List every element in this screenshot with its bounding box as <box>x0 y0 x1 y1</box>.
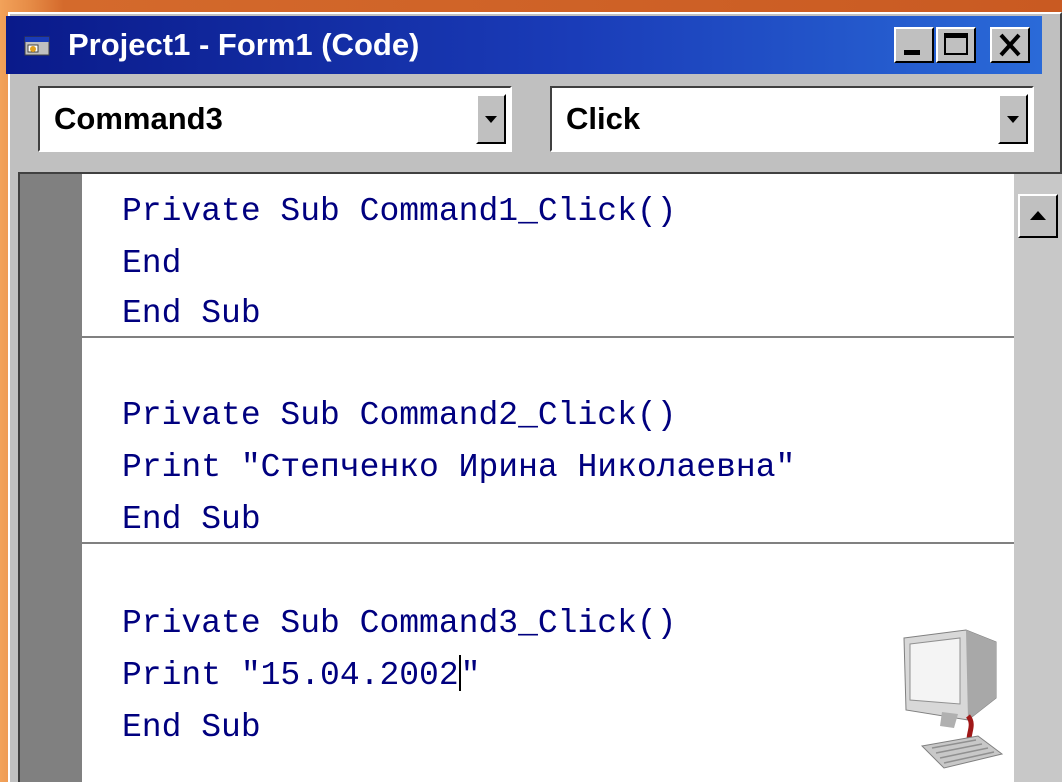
procedure-combo[interactable]: Click <box>550 86 1034 152</box>
procedure-combo-dropdown-button[interactable] <box>998 94 1028 144</box>
close-icon <box>999 33 1021 57</box>
code-line[interactable]: Private Sub Command1_Click() <box>122 190 677 234</box>
scroll-up-button[interactable] <box>1018 194 1058 238</box>
code-line-suffix: " <box>460 657 481 694</box>
title-bar[interactable]: Project1 - Form1 (Code) <box>6 16 1042 74</box>
object-combo-value: Command3 <box>54 101 223 136</box>
code-line[interactable]: Print "Степченко Ирина Николаевна" <box>122 446 795 490</box>
code-line[interactable]: End Sub <box>122 292 261 336</box>
procedure-combo-value: Click <box>566 101 641 136</box>
code-line[interactable]: Private Sub Command3_Click() <box>122 602 677 646</box>
code-line[interactable]: End Sub <box>122 706 261 750</box>
maximize-icon <box>944 33 968 55</box>
computer-icon <box>903 629 1004 769</box>
chevron-down-icon <box>1007 116 1019 123</box>
minimize-button[interactable] <box>894 27 934 63</box>
procedure-separator <box>82 336 1014 338</box>
minimize-icon <box>904 50 920 55</box>
code-line[interactable]: End Sub <box>122 498 261 542</box>
procedure-separator <box>82 542 1014 544</box>
chevron-up-icon <box>1030 211 1046 220</box>
window-title: Project1 - Form1 (Code) <box>68 27 420 62</box>
code-line[interactable]: End <box>122 242 181 286</box>
vertical-scrollbar[interactable] <box>1014 174 1062 782</box>
code-line-with-caret[interactable]: Print "15.04.2002" <box>122 654 480 698</box>
code-line[interactable]: Private Sub Command2_Click() <box>122 394 677 438</box>
maximize-button[interactable] <box>936 27 976 63</box>
margin-indicator-bar[interactable] <box>20 174 82 782</box>
object-combo-dropdown-button[interactable] <box>476 94 506 144</box>
close-button[interactable] <box>990 27 1030 63</box>
object-combo[interactable]: Command3 <box>38 86 512 152</box>
vb-form-icon <box>24 36 50 56</box>
code-editor[interactable]: Private Sub Command1_Click() End End Sub… <box>82 174 1014 782</box>
chevron-down-icon <box>485 116 497 123</box>
code-line-text: Print "15.04.2002 <box>122 657 459 694</box>
